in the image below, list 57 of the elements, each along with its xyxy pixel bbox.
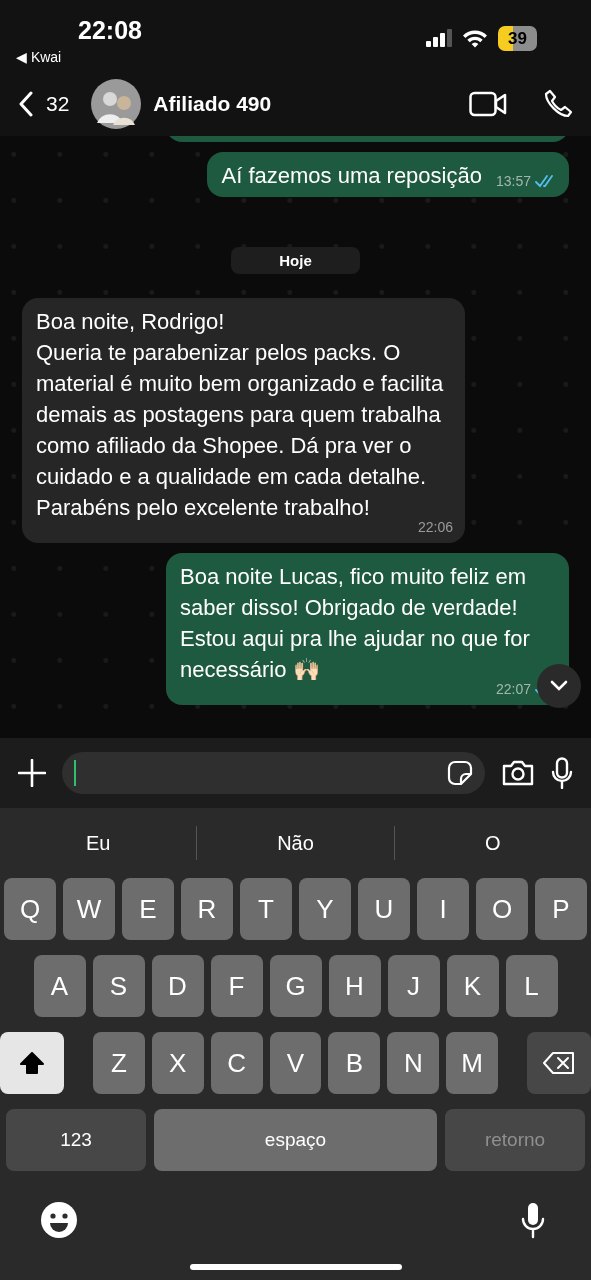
suggestion[interactable]: O bbox=[394, 831, 591, 855]
emoji-icon[interactable] bbox=[40, 1201, 78, 1239]
letter-key[interactable]: I bbox=[417, 878, 469, 940]
status-time: 22:08 bbox=[78, 16, 142, 45]
letter-key[interactable]: G bbox=[269, 955, 322, 1017]
dictation-icon[interactable] bbox=[521, 1201, 545, 1239]
shift-arrow-icon bbox=[19, 1052, 44, 1074]
letter-key[interactable]: Y bbox=[299, 878, 351, 940]
letter-key[interactable]: R bbox=[181, 878, 233, 940]
suggestion[interactable]: Não bbox=[197, 831, 394, 855]
message-text: Aí fazemos uma reposição bbox=[221, 162, 482, 190]
letter-key[interactable]: J bbox=[387, 955, 440, 1017]
letter-key[interactable]: D bbox=[151, 955, 204, 1017]
letter-key[interactable]: M bbox=[446, 1032, 499, 1094]
letter-key[interactable]: W bbox=[63, 878, 115, 940]
video-call-icon[interactable] bbox=[469, 91, 507, 117]
delete-key[interactable] bbox=[527, 1032, 591, 1094]
letter-key[interactable]: B bbox=[328, 1032, 381, 1094]
scroll-down-button[interactable] bbox=[537, 664, 581, 708]
shift-key[interactable] bbox=[0, 1032, 64, 1094]
letter-key[interactable]: P bbox=[535, 878, 587, 940]
date-label: Hoje bbox=[231, 247, 360, 274]
letter-key[interactable]: O bbox=[476, 878, 528, 940]
avatar[interactable] bbox=[91, 79, 142, 129]
unread-count[interactable]: 32 bbox=[46, 92, 70, 116]
letter-key[interactable]: S bbox=[92, 955, 145, 1017]
letter-key[interactable]: N bbox=[387, 1032, 440, 1094]
back-to-app-link[interactable]: ◀ Kwai bbox=[16, 49, 62, 65]
contact-name[interactable]: Afiliado 490 bbox=[153, 92, 457, 116]
letter-key[interactable]: T bbox=[240, 878, 292, 940]
sticker-icon[interactable] bbox=[447, 760, 473, 786]
back-icon[interactable] bbox=[18, 91, 34, 117]
letter-key[interactable]: A bbox=[33, 955, 86, 1017]
message-time: 13:57 bbox=[495, 172, 531, 191]
phone-icon[interactable] bbox=[543, 89, 573, 119]
letter-key[interactable]: K bbox=[446, 955, 499, 1017]
letter-key[interactable]: V bbox=[269, 1032, 322, 1094]
backspace-icon bbox=[543, 1052, 576, 1074]
letter-key[interactable]: X bbox=[151, 1032, 204, 1094]
microphone-icon[interactable] bbox=[551, 757, 573, 789]
letter-key[interactable]: F bbox=[210, 955, 263, 1017]
letter-key[interactable]: Z bbox=[92, 1032, 145, 1094]
letter-key[interactable]: L bbox=[505, 955, 558, 1017]
letter-key[interactable]: U bbox=[358, 878, 410, 940]
chevron-down-icon bbox=[550, 680, 568, 692]
signal-icon bbox=[426, 29, 453, 47]
numbers-key[interactable]: 123 bbox=[6, 1109, 146, 1171]
letter-key[interactable]: E bbox=[122, 878, 174, 940]
letter-key[interactable]: Q bbox=[4, 878, 56, 940]
letter-key[interactable]: C bbox=[210, 1032, 263, 1094]
suggestion[interactable]: Eu bbox=[0, 831, 197, 855]
letter-key[interactable]: H bbox=[328, 955, 381, 1017]
space-key[interactable]: espaço bbox=[154, 1109, 437, 1171]
camera-icon[interactable] bbox=[501, 759, 535, 787]
plus-icon[interactable] bbox=[18, 759, 46, 787]
message-input[interactable] bbox=[62, 752, 485, 794]
wifi-icon bbox=[462, 28, 489, 48]
